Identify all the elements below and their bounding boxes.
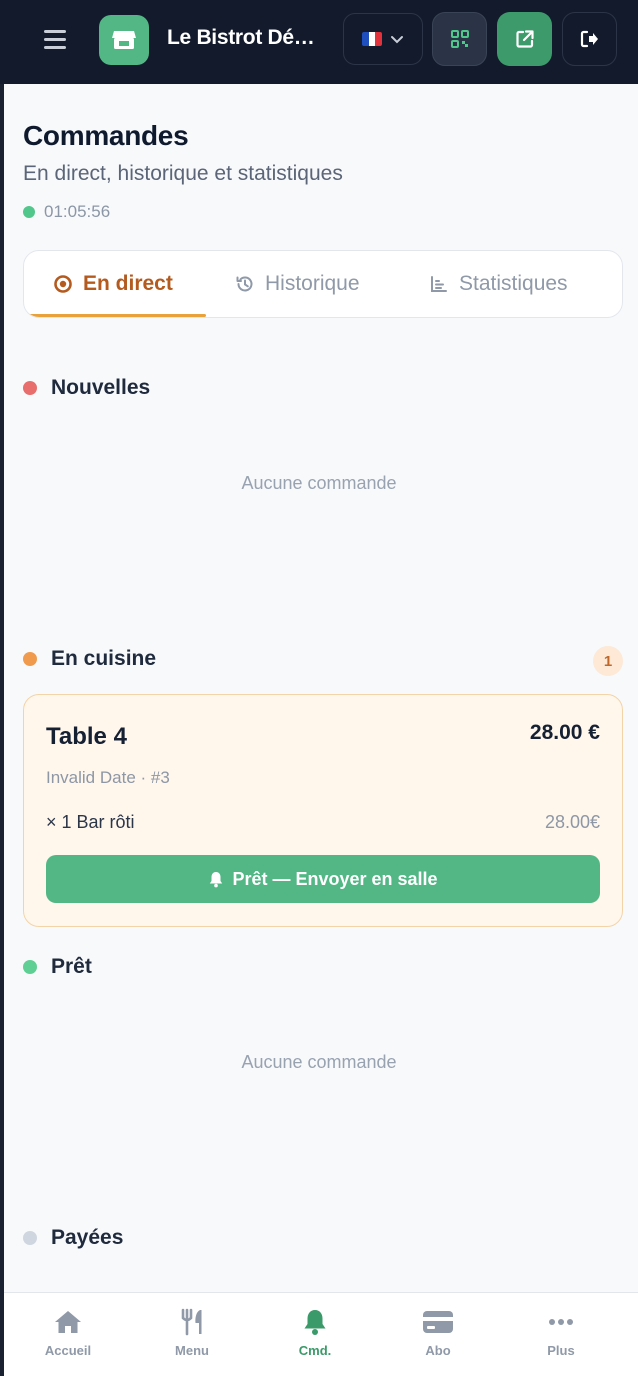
nav-item-orders[interactable]: Cmd. bbox=[265, 1307, 365, 1358]
logout-button[interactable] bbox=[562, 12, 617, 66]
order-table: Table 4 bbox=[46, 723, 127, 750]
language-selector[interactable] bbox=[343, 13, 423, 65]
tab-statistics[interactable]: Statistiques bbox=[429, 251, 568, 317]
tab-live[interactable]: En direct bbox=[53, 251, 173, 317]
nav-item-more[interactable]: Plus bbox=[511, 1307, 611, 1358]
logout-icon bbox=[580, 30, 598, 48]
nav-more-label: Plus bbox=[547, 1343, 575, 1358]
live-icon bbox=[54, 275, 72, 293]
section-new-label: Nouvelles bbox=[51, 376, 151, 399]
nav-home-label: Accueil bbox=[44, 1343, 92, 1358]
mark-ready-label: Prêt — Envoyer en salle bbox=[232, 868, 438, 889]
external-link-icon bbox=[515, 30, 534, 48]
home-icon bbox=[55, 1311, 81, 1333]
more-icon bbox=[549, 1319, 573, 1325]
active-tab-indicator bbox=[24, 314, 206, 317]
french-flag-icon bbox=[362, 32, 382, 46]
page-title: Commandes bbox=[23, 120, 189, 151]
orders-tabs: En direct Historique Statistiques bbox=[23, 250, 623, 318]
order-total: 28.00 € bbox=[529, 721, 600, 744]
chevron-down-icon bbox=[391, 36, 403, 44]
card-icon bbox=[423, 1311, 453, 1333]
bell-icon bbox=[304, 1310, 326, 1335]
section-ready-label: Prêt bbox=[51, 955, 92, 978]
order-item-price: 28.00€ bbox=[544, 812, 600, 832]
section-paid-label: Payées bbox=[51, 1226, 124, 1249]
kitchen-count-badge: 1 bbox=[593, 646, 623, 676]
qr-code-button[interactable] bbox=[432, 12, 487, 66]
section-paid-header: Payées bbox=[23, 1226, 123, 1250]
qr-code-icon bbox=[450, 30, 469, 48]
tab-live-label: En direct bbox=[83, 272, 173, 295]
live-clock: 01:05:56 bbox=[23, 202, 110, 222]
order-card[interactable]: Table 4 28.00 € Invalid Date · #3 × 1 Ba… bbox=[23, 694, 623, 927]
order-item-label: × 1 Bar rôti bbox=[46, 812, 135, 832]
nav-item-menu[interactable]: Menu bbox=[142, 1307, 242, 1358]
section-new-dot bbox=[23, 381, 37, 395]
section-kitchen-dot bbox=[23, 652, 37, 666]
tab-history-label: Historique bbox=[265, 272, 360, 295]
section-new-empty: Aucune commande bbox=[241, 473, 397, 493]
section-kitchen-label: En cuisine bbox=[51, 647, 157, 670]
tab-history[interactable]: Historique bbox=[235, 251, 360, 317]
store-logo-icon bbox=[99, 15, 149, 65]
utensils-icon bbox=[181, 1308, 202, 1336]
section-paid-dot bbox=[23, 1231, 37, 1245]
history-icon bbox=[236, 276, 253, 292]
section-new-header: Nouvelles bbox=[23, 376, 150, 400]
menu-icon[interactable] bbox=[40, 26, 70, 52]
section-ready-header: Prêt bbox=[23, 955, 92, 979]
tab-statistics-label: Statistiques bbox=[459, 272, 568, 295]
nav-item-home[interactable]: Accueil bbox=[18, 1307, 118, 1358]
restaurant-name: Le Bistrot Dé… bbox=[167, 26, 315, 49]
chart-icon bbox=[431, 276, 447, 292]
order-meta: Invalid Date · #3 bbox=[46, 768, 170, 787]
clock-time: 01:05:56 bbox=[44, 202, 111, 221]
orders-page: Commandes En direct, historique et stati… bbox=[4, 84, 638, 1292]
mark-ready-button[interactable]: Prêt — Envoyer en salle bbox=[46, 855, 600, 903]
nav-menu-label: Menu bbox=[175, 1343, 209, 1358]
nav-subscription-label: Abo bbox=[425, 1343, 451, 1358]
section-ready-dot bbox=[23, 960, 37, 974]
page-subtitle: En direct, historique et statistiques bbox=[23, 162, 343, 185]
section-ready-empty: Aucune commande bbox=[241, 1052, 397, 1072]
nav-item-subscription[interactable]: Abo bbox=[388, 1307, 488, 1358]
bottom-navigation: Accueil Menu Cmd. Abo Plus bbox=[4, 1292, 638, 1376]
nav-orders-label: Cmd. bbox=[298, 1343, 332, 1358]
open-public-page-button[interactable] bbox=[497, 12, 552, 66]
section-kitchen-header: En cuisine bbox=[23, 647, 156, 671]
top-bar: Le Bistrot Dé… bbox=[0, 0, 638, 84]
live-status-dot bbox=[23, 206, 35, 218]
bell-icon bbox=[210, 871, 223, 887]
